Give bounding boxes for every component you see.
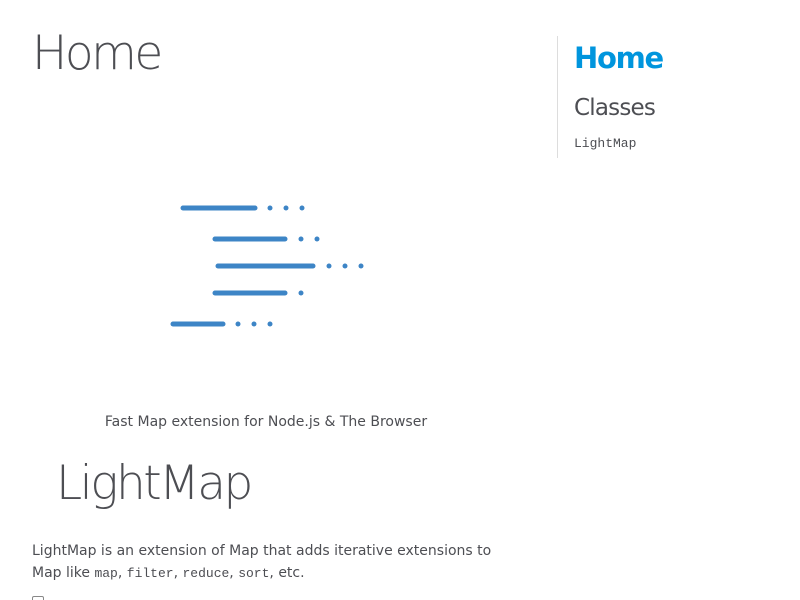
page-title: Home — [32, 26, 163, 81]
nav-home-link[interactable]: Home — [574, 40, 794, 76]
code-sort: sort — [238, 566, 270, 581]
code-reduce: reduce — [182, 566, 230, 581]
nav-classes-heading: Classes — [574, 95, 656, 121]
nav-class-item: LightMap — [574, 132, 794, 151]
separator: , etc. — [269, 565, 305, 581]
separator: , — [229, 565, 239, 581]
separator: , — [117, 565, 127, 581]
sidebar-nav: Home Classes LightMap — [557, 36, 794, 158]
code-filter: filter — [126, 566, 174, 581]
readme-description: LightMap is an extension of Map that add… — [32, 540, 492, 585]
nav-class-link-lightmap[interactable]: LightMap — [574, 136, 636, 151]
speed-lines-logo-icon — [160, 190, 380, 344]
tagline: Fast Map extension for Node.js & The Bro… — [104, 414, 428, 430]
checkbox[interactable] — [32, 596, 44, 600]
code-map: map — [94, 566, 118, 581]
nav-classes-list: LightMap — [574, 132, 794, 151]
readme-title: LightMap — [56, 456, 253, 511]
page: Home Fast Map extension for Node.js & Th… — [0, 0, 800, 600]
